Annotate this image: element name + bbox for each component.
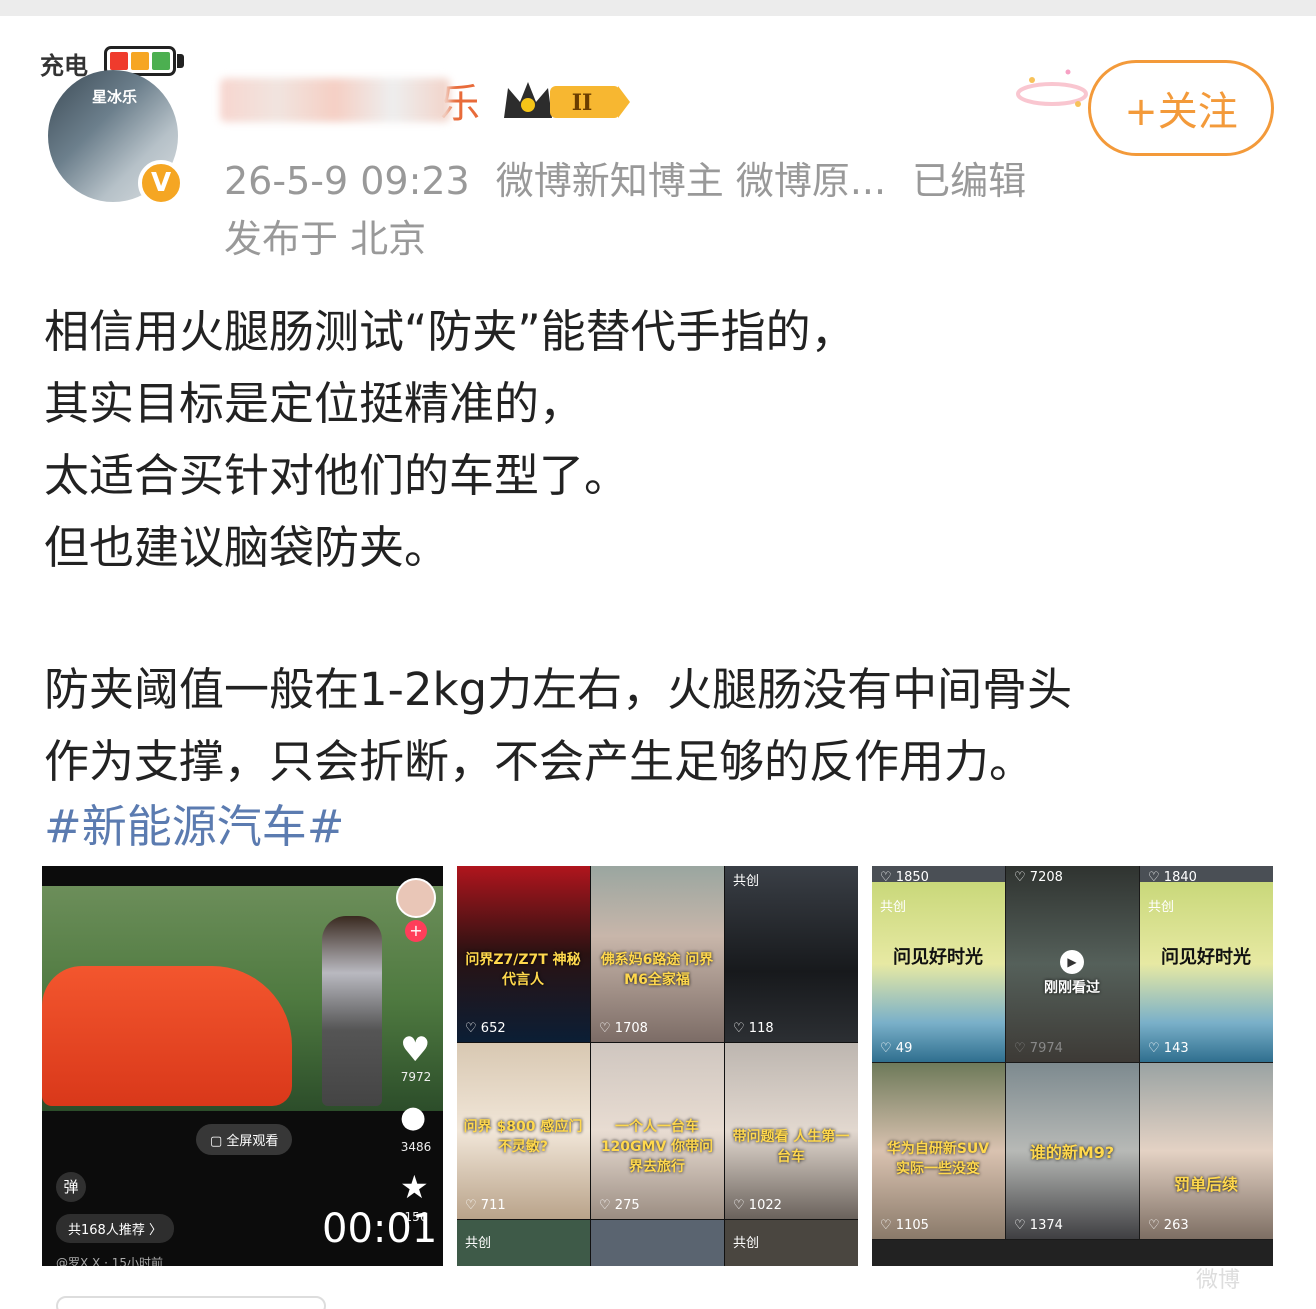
grid-tile[interactable]: 佛系妈6路途 问界M6全家福 ♡ 1708 (591, 866, 724, 1042)
tile-count: ♡ 652 (465, 1021, 506, 1036)
likes-count: 7972 (400, 1070, 432, 1084)
level-crown-icon: II (504, 82, 630, 118)
play-icon[interactable]: ▶ (1060, 950, 1084, 974)
hashtag-link[interactable]: #新能源汽车# (44, 790, 344, 855)
level-text: II (572, 90, 593, 116)
post-line: 其实目标是定位挺精准的， (44, 377, 585, 430)
verified-badge-icon: V (138, 160, 184, 206)
follow-button[interactable]: +关注 (1088, 60, 1274, 156)
grid-tile[interactable]: ♡ 7208 ▶ 刚刚看过 ♡ 7974 (1006, 866, 1139, 1062)
tile-views: ♡ 1850 (880, 870, 929, 885)
grid-tile[interactable]: ♡ 1850 共创 问见好时光 ♡ 49 (872, 866, 1005, 1062)
tile-count: ♡ 49 (880, 1041, 913, 1056)
grid-tile[interactable]: ♡ 1840 共创 问见好时光 ♡ 143 (1140, 866, 1273, 1062)
tile-count: ♡ 118 (733, 1021, 774, 1036)
grid-tile[interactable]: 共创 (725, 1220, 858, 1266)
video-frame (42, 886, 443, 1111)
tile-views: ♡ 1840 (1148, 870, 1197, 885)
post-image-grid-2[interactable]: ♡ 1850 共创 问见好时光 ♡ 49 ♡ 7208 ▶ 刚刚看过 ♡ 797… (872, 866, 1273, 1266)
creator-avatar[interactable] (396, 878, 436, 918)
post-location: 发布于 北京 (224, 217, 427, 261)
post-image-grid-1[interactable]: 问界Z7/Z7T 神秘代言人 ♡ 652 佛系妈6路途 问界M6全家福 ♡ 17… (457, 866, 858, 1266)
tile-views: ♡ 7208 (1014, 870, 1063, 885)
grid-tile[interactable]: 华为自研新SUV 实际一些没变 ♡ 1105 (872, 1063, 1005, 1239)
post-datetime: 26-5-9 09:23 (224, 159, 470, 203)
tile-count: ♡ 1374 (1014, 1218, 1063, 1233)
grid-tile[interactable]: 罚单后续 ♡ 263 (1140, 1063, 1273, 1239)
grid-tile[interactable]: 谁的新M9? ♡ 1374 (1006, 1063, 1139, 1239)
heart-icon[interactable]: ♥ (400, 1030, 430, 1070)
post-text: 相信用火腿肠测试“防夹”能替代手指的， 其实目标是定位挺精准的， 太适合买针对他… (44, 296, 1284, 798)
tile-count: ♡ 1105 (880, 1218, 929, 1233)
video-footer: @罗X X · 15小时前 (56, 1256, 163, 1266)
post-line: 相信用火腿肠测试“防夹”能替代手指的， (44, 305, 856, 358)
watermark: 微博 (1196, 1268, 1241, 1293)
post-line: 防夹阈值一般在1-2kg力左右，火腿肠没有中间骨头 (44, 663, 1073, 716)
grid-tile[interactable]: 共创 ♡ 118 (725, 866, 858, 1042)
tile-count: ♡ 275 (599, 1198, 640, 1213)
post-line: 但也建议脑袋防夹。 (44, 521, 450, 574)
post-image-video[interactable]: ▢ 全屏观看 + ♥ 7972 ● 3486 ★ 156 弹 共168人推荐 〉… (42, 866, 443, 1266)
tile-count: ♡ 143 (1148, 1041, 1189, 1056)
tile-count: ♡ 263 (1148, 1218, 1189, 1233)
grid-tile[interactable] (591, 1220, 724, 1266)
video-timer: 00:01 (322, 1206, 438, 1252)
person-shape (322, 916, 382, 1106)
tile-count: ♡ 1708 (599, 1021, 648, 1036)
grid-tile[interactable]: 带问题看 人生第一台车 ♡ 1022 (725, 1043, 858, 1219)
grid-tile[interactable]: 问界Z7/Z7T 神秘代言人 ♡ 652 (457, 866, 590, 1042)
recommend-pill[interactable]: 共168人推荐 〉 (56, 1214, 174, 1243)
star-icon[interactable]: ★ (400, 1168, 429, 1206)
charge-label: 充电 (40, 52, 88, 80)
post-line: 作为支撑，只会折断，不会产生足够的反作用力。 (44, 735, 1035, 788)
tile-count: ♡ 1022 (733, 1198, 782, 1213)
blurred-username (220, 78, 450, 122)
comment-icon[interactable]: ● (400, 1100, 426, 1135)
follow-sparkle-icon (1016, 69, 1088, 107)
post-source[interactable]: 微博新知博主 微博原... (496, 159, 886, 203)
fullscreen-button[interactable]: ▢ 全屏观看 (196, 1124, 293, 1155)
comment-pill[interactable] (56, 1296, 326, 1309)
avatar-text: 星冰乐 (92, 88, 138, 106)
grid-tile[interactable]: 共创 (457, 1220, 590, 1266)
danmu-toggle[interactable]: 弹 (56, 1172, 86, 1202)
grid-tile[interactable]: 一个人一台车 120GMV 你带问界去旅行 ♡ 275 (591, 1043, 724, 1219)
grid-tile[interactable]: 问界 $800 感应门不灵敏? ♡ 711 (457, 1043, 590, 1219)
battery-tip (177, 54, 184, 68)
username[interactable]: 乐 (220, 72, 490, 128)
tile-count: ♡ 7974 (1014, 1041, 1063, 1056)
comments-count: 3486 (400, 1140, 432, 1154)
post-meta: 26-5-9 09:23 微博新知博主 微博原... 已编辑 (224, 150, 1026, 205)
edited-label[interactable]: 已编辑 (912, 159, 1026, 203)
plus-icon[interactable]: + (405, 920, 427, 942)
car-shape (42, 966, 292, 1106)
post-line: 太适合买针对他们的车型了。 (44, 449, 630, 502)
tile-count: ♡ 711 (465, 1198, 506, 1213)
